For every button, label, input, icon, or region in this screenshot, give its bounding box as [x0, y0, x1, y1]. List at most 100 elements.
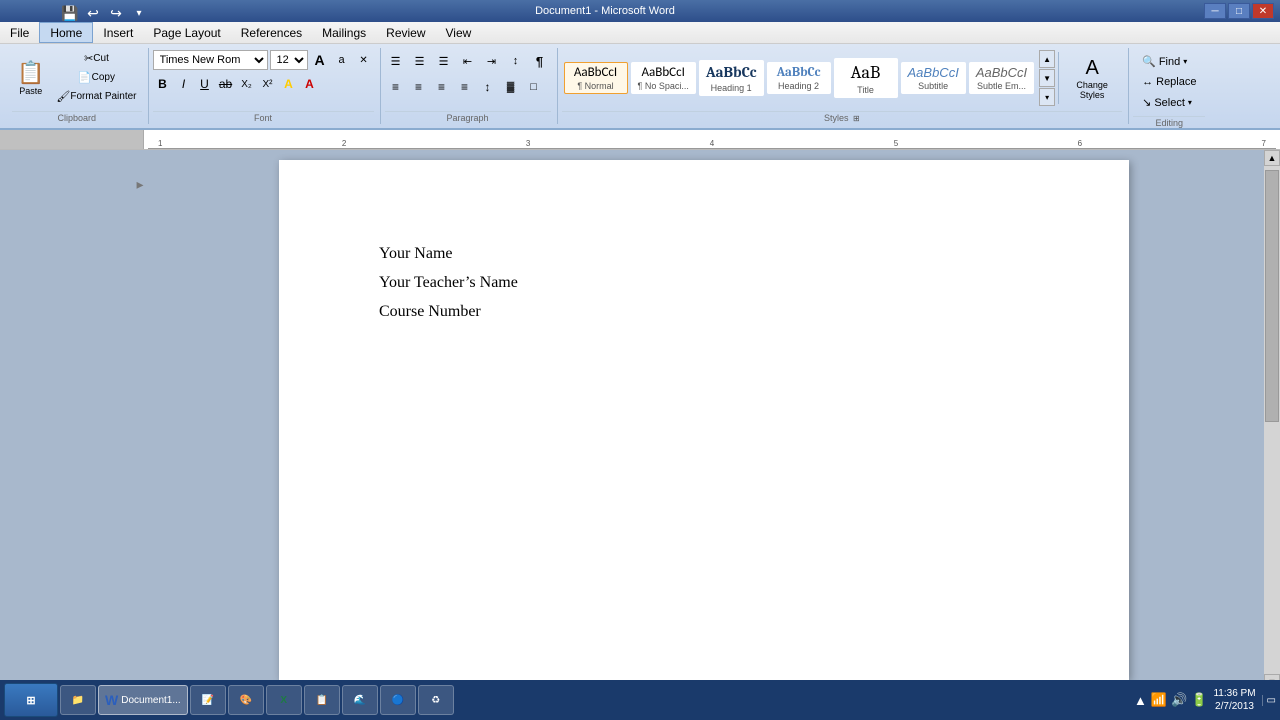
align-right-button[interactable]: ≡: [431, 76, 453, 98]
menu-file[interactable]: File: [0, 22, 39, 43]
clipboard-tb-icon: 📋: [315, 695, 327, 706]
multilevel-list-button[interactable]: ☰: [433, 50, 455, 72]
format-painter-button[interactable]: 🖌 Format Painter: [51, 88, 141, 105]
taskbar-explorer[interactable]: 📁: [60, 685, 96, 715]
word-label: Document1...: [121, 695, 180, 706]
superscript-button[interactable]: X²: [258, 74, 278, 94]
style-normal[interactable]: AaBbCcI ¶ Normal: [564, 62, 628, 95]
explorer-icon: 📁: [72, 695, 84, 706]
show-desktop-icon[interactable]: ▭: [1262, 695, 1276, 706]
find-button[interactable]: 🔍 Find ▾: [1135, 52, 1203, 71]
clock[interactable]: 11:36 PM 2/7/2013: [1213, 687, 1255, 713]
chrome-icon: 🔵: [391, 695, 403, 706]
font-family-select[interactable]: Times New Rom: [153, 50, 268, 70]
strikethrough-button[interactable]: ab: [216, 74, 236, 94]
styles-scroll-down[interactable]: ▼: [1039, 69, 1055, 87]
taskbar-clipboard[interactable]: 📋: [304, 685, 340, 715]
decrease-indent-button[interactable]: ⇤: [457, 50, 479, 72]
underline-button[interactable]: U: [195, 74, 215, 94]
shrink-font-button[interactable]: a: [332, 50, 352, 70]
bold-button[interactable]: B: [153, 74, 173, 94]
taskbar-excel[interactable]: X: [266, 685, 302, 715]
italic-button[interactable]: I: [174, 74, 194, 94]
menu-review[interactable]: Review: [376, 22, 435, 43]
style-heading2[interactable]: AaBbCc Heading 2: [767, 62, 831, 95]
style-no-spacing[interactable]: AaBbCcI ¶ No Spaci...: [631, 62, 696, 95]
scroll-up-button[interactable]: ▲: [1264, 150, 1280, 166]
style-subtle-em[interactable]: AaBbCcI Subtle Em...: [969, 62, 1034, 95]
doc-line-2: Your Teacher’s Name: [379, 269, 1029, 298]
browser-icon: 🌊: [353, 695, 365, 706]
style-nospacing-preview: AaBbCcI: [638, 65, 689, 82]
bullets-button[interactable]: ☰: [385, 50, 407, 72]
replace-button[interactable]: ↔ Replace: [1135, 73, 1203, 91]
arrow-tray-icon[interactable]: ▲: [1134, 693, 1147, 708]
change-styles-label: Change Styles: [1076, 80, 1108, 100]
line-spacing-button[interactable]: ↕: [477, 76, 499, 98]
sort-button[interactable]: ↕: [505, 50, 527, 72]
find-icon: 🔍: [1142, 55, 1156, 68]
menu-page-layout[interactable]: Page Layout: [143, 22, 230, 43]
style-heading1[interactable]: AaBbCc Heading 1: [699, 60, 764, 96]
ruler-main: 1 2 3 4 5 6 7: [144, 130, 1280, 149]
numbering-button[interactable]: ☰: [409, 50, 431, 72]
subscript-button[interactable]: X₂: [237, 74, 257, 94]
select-button[interactable]: ↘ Select ▾: [1135, 93, 1203, 112]
menu-view[interactable]: View: [436, 22, 482, 43]
copy-button[interactable]: 📄 Copy: [51, 69, 141, 86]
taskbar-paint[interactable]: 🎨: [228, 685, 264, 715]
battery-icon[interactable]: 🔋: [1191, 692, 1207, 708]
increase-indent-button[interactable]: ⇥: [481, 50, 503, 72]
redo-quick-btn[interactable]: ↪: [106, 4, 126, 22]
minimize-button[interactable]: ─: [1204, 3, 1226, 19]
text-highlight-button[interactable]: A: [279, 74, 299, 94]
menu-mailings[interactable]: Mailings: [312, 22, 376, 43]
speaker-icon[interactable]: 🔊: [1171, 692, 1187, 708]
align-left-button[interactable]: ≡: [385, 76, 407, 98]
styles-expand[interactable]: ▾: [1039, 88, 1055, 106]
font-color-button[interactable]: A: [300, 74, 320, 94]
select-dropdown[interactable]: ▾: [1188, 98, 1192, 107]
main-area: ◀ Your Name Your Teacher’s Name Course N…: [0, 150, 1280, 690]
menu-references[interactable]: References: [231, 22, 312, 43]
ruler-area: 1 2 3 4 5 6 7: [0, 130, 1280, 150]
window-title: Document1 - Microsoft Word: [6, 5, 1204, 17]
start-button[interactable]: ⊞: [4, 683, 58, 717]
shading-button[interactable]: ▓: [500, 76, 522, 98]
center-button[interactable]: ≡: [408, 76, 430, 98]
styles-label: Styles ⊞: [562, 111, 1123, 124]
taskbar-chrome[interactable]: 🔵: [380, 685, 416, 715]
save-quick-btn[interactable]: 💾: [60, 4, 80, 22]
scroll-thumb[interactable]: [1265, 170, 1279, 422]
show-marks-button[interactable]: ¶: [529, 50, 551, 72]
taskbar-word[interactable]: W Document1...: [98, 685, 188, 715]
style-subtitle-name: Subtitle: [908, 81, 959, 91]
paste-button[interactable]: 📋 Paste: [12, 57, 49, 99]
styles-scroll-up[interactable]: ▲: [1039, 50, 1055, 68]
customize-quick-btn[interactable]: ▾: [129, 4, 149, 22]
undo-quick-btn[interactable]: ↩: [83, 4, 103, 22]
taskbar-recycle[interactable]: ♻: [418, 685, 454, 715]
menu-home[interactable]: Home: [39, 22, 93, 43]
paste-label: Paste: [19, 86, 42, 96]
maximize-button[interactable]: □: [1228, 3, 1250, 19]
grow-font-button[interactable]: A: [310, 50, 330, 70]
taskbar-browser[interactable]: 🌊: [342, 685, 378, 715]
menu-insert[interactable]: Insert: [93, 22, 143, 43]
taskbar-notepad[interactable]: 📝: [190, 685, 226, 715]
find-dropdown[interactable]: ▾: [1183, 57, 1187, 66]
change-styles-button[interactable]: A Change Styles: [1062, 52, 1122, 105]
justify-button[interactable]: ≡: [454, 76, 476, 98]
styles-expand-icon[interactable]: ⊞: [853, 114, 860, 123]
cut-button[interactable]: ✂ Cut: [51, 50, 141, 67]
font-size-select[interactable]: 12: [270, 50, 308, 70]
style-title[interactable]: AaB Title: [834, 58, 898, 97]
style-subtitle[interactable]: AaBbCcI Subtitle: [901, 62, 966, 95]
close-button[interactable]: ✕: [1252, 3, 1274, 19]
clock-time: 11:36 PM: [1213, 687, 1255, 700]
style-subtleem-preview: AaBbCcI: [976, 65, 1027, 82]
network-icon[interactable]: 📶: [1151, 692, 1167, 708]
document-canvas[interactable]: Your Name Your Teacher’s Name Course Num…: [279, 160, 1129, 680]
clear-format-button[interactable]: ✕: [354, 50, 374, 70]
border-button[interactable]: □: [523, 76, 545, 98]
